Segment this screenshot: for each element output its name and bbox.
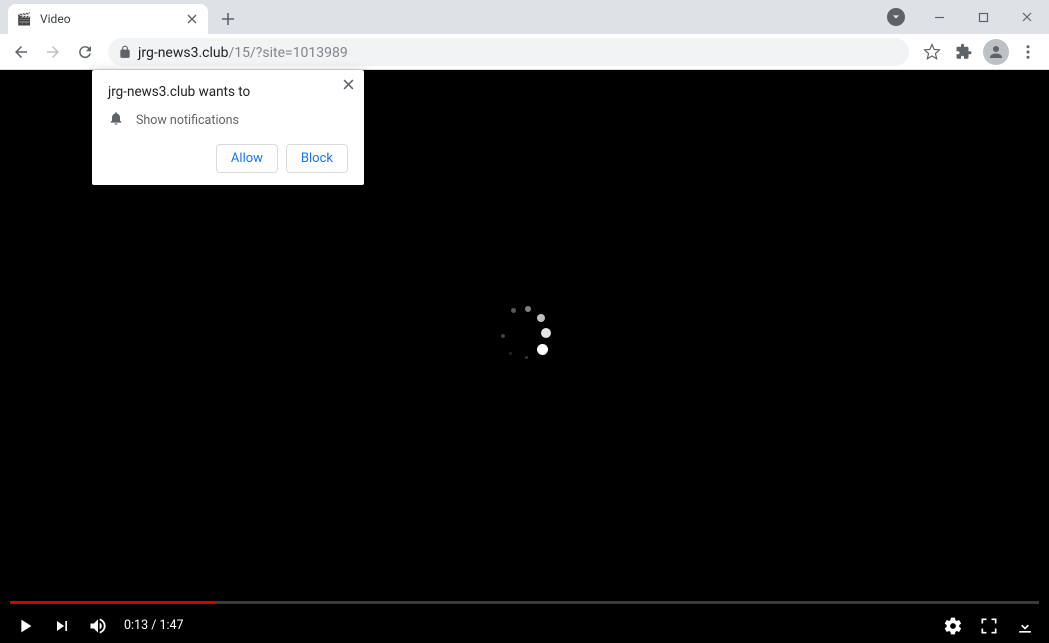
duration: 1:47 <box>159 618 183 633</box>
popup-close-button[interactable] <box>338 74 358 94</box>
time-display: 0:13 / 1:47 <box>124 618 184 633</box>
bookmark-star-button[interactable] <box>917 37 947 67</box>
close-window-button[interactable] <box>1005 2 1049 32</box>
block-button[interactable]: Block <box>286 144 348 173</box>
url-host: jrg-news3.club <box>138 45 228 61</box>
profile-button[interactable] <box>981 37 1011 67</box>
popup-title: jrg-news3.club wants to <box>108 84 348 100</box>
play-button[interactable] <box>14 615 36 637</box>
menu-button[interactable] <box>1013 37 1043 67</box>
reload-button[interactable] <box>70 37 100 67</box>
bell-icon <box>108 110 124 130</box>
window-titlebar: 🎬 Video <box>0 0 1049 34</box>
download-button[interactable] <box>1015 616 1035 636</box>
popup-permission-text: Show notifications <box>136 113 239 128</box>
notification-permission-popup: jrg-news3.club wants to Show notificatio… <box>92 70 364 185</box>
url-path: /15/?site=1013989 <box>228 45 347 61</box>
progress-played <box>10 601 216 604</box>
address-bar[interactable]: jrg-news3.club/15/?site=1013989 <box>108 38 909 66</box>
progress-bar[interactable] <box>10 601 1039 604</box>
tab-title: Video <box>40 12 176 26</box>
tab-close-button[interactable] <box>184 11 200 27</box>
forward-button[interactable] <box>38 37 68 67</box>
page-content: jrg-news3.club wants to Show notificatio… <box>0 70 1049 643</box>
video-controls-bar: 0:13 / 1:47 <box>0 601 1049 643</box>
user-indicator-icon[interactable] <box>887 8 905 26</box>
new-tab-button[interactable] <box>214 5 242 33</box>
maximize-button[interactable] <box>961 2 1005 32</box>
allow-button[interactable]: Allow <box>216 144 278 173</box>
volume-button[interactable] <box>88 616 108 636</box>
lock-icon <box>118 45 132 59</box>
loading-spinner <box>495 304 555 364</box>
fullscreen-button[interactable] <box>979 616 999 636</box>
next-button[interactable] <box>52 616 72 636</box>
current-time: 0:13 <box>124 618 148 633</box>
tab-favicon: 🎬 <box>16 11 32 27</box>
back-button[interactable] <box>6 37 36 67</box>
settings-button[interactable] <box>943 616 963 636</box>
minimize-button[interactable] <box>917 2 961 32</box>
window-controls <box>887 0 1049 34</box>
browser-toolbar: jrg-news3.club/15/?site=1013989 <box>0 34 1049 70</box>
extensions-button[interactable] <box>949 37 979 67</box>
browser-tab[interactable]: 🎬 Video <box>8 4 208 34</box>
